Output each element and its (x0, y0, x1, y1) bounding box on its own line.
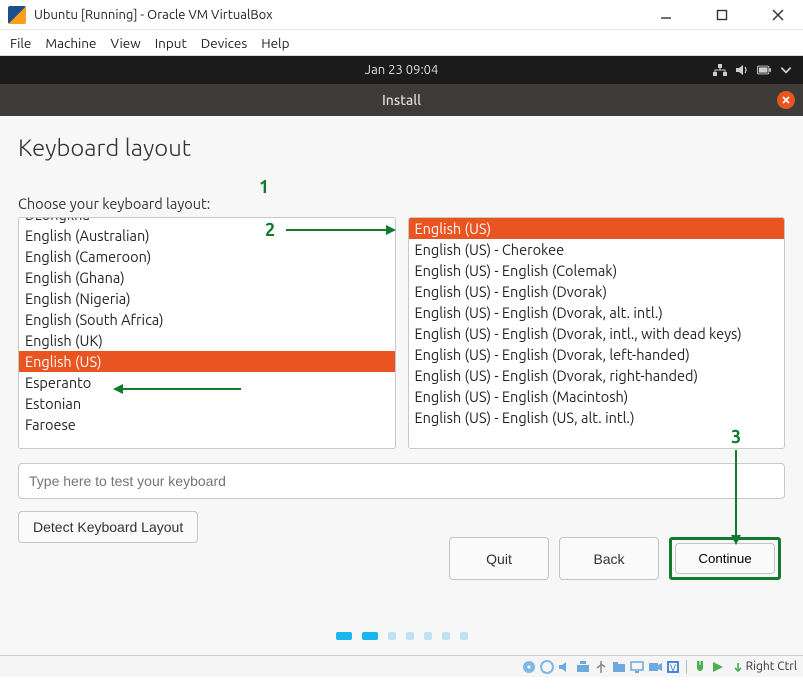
chevron-down-icon[interactable] (779, 63, 793, 77)
variant-listbox[interactable]: English (US)English (US) - CherokeeEngli… (408, 217, 786, 449)
list-item[interactable]: Esperanto (19, 372, 395, 393)
list-item[interactable]: English (US) - English (Macintosh) (409, 386, 785, 407)
volume-icon[interactable] (735, 63, 749, 77)
progress-dots (336, 632, 468, 640)
list-item[interactable]: English (US) - English (Dvorak, alt. int… (409, 302, 785, 323)
list-item[interactable]: English (US) (409, 218, 785, 239)
list-item[interactable]: English (Nigeria) (19, 288, 395, 309)
hdd-icon[interactable] (521, 659, 537, 675)
keyboard-capture-icon[interactable] (710, 659, 726, 675)
optical-icon[interactable] (539, 659, 555, 675)
list-item[interactable]: English (Cameroon) (19, 246, 395, 267)
continue-button[interactable]: Continue (675, 543, 775, 574)
subtitle: Choose your keyboard layout: (18, 195, 785, 212)
list-item[interactable]: English (US) - English (Dvorak, left-han… (409, 344, 785, 365)
virtualization-icon[interactable]: V (665, 659, 681, 675)
vb-window-title: Ubuntu [Running] - Oracle VM VirtualBox (34, 8, 273, 22)
dot (336, 632, 352, 640)
list-item[interactable]: English (South Africa) (19, 309, 395, 330)
display-icon[interactable] (629, 659, 645, 675)
list-item[interactable]: English (US) - English (Colemak) (409, 260, 785, 281)
list-item[interactable]: Dzongkha (19, 217, 395, 225)
svg-text:V: V (670, 663, 676, 673)
list-item[interactable]: Estonian (19, 393, 395, 414)
host-key-label: Right Ctrl (732, 660, 797, 673)
list-item[interactable]: English (US) - English (Dvorak) (409, 281, 785, 302)
vb-minimize-button[interactable] (649, 3, 683, 27)
network-icon[interactable] (713, 63, 727, 77)
menu-help[interactable]: Help (261, 35, 289, 51)
vb-status-bar: V Right Ctrl (0, 655, 803, 677)
menu-file[interactable]: File (10, 35, 31, 51)
menu-view[interactable]: View (110, 35, 140, 51)
list-item[interactable]: Faroese (19, 414, 395, 435)
detect-keyboard-button[interactable]: Detect Keyboard Layout (18, 511, 198, 543)
installer-close-button[interactable] (777, 91, 795, 109)
menu-machine[interactable]: Machine (45, 35, 96, 51)
installer-title: Install (382, 92, 421, 108)
list-item[interactable]: English (US) - English (US, alt. intl.) (409, 407, 785, 428)
recording-icon[interactable] (647, 659, 663, 675)
dot (362, 632, 378, 640)
list-item[interactable]: English (US) - English (Dvorak, intl., w… (409, 323, 785, 344)
annotation-1: 1 (259, 177, 269, 197)
menu-devices[interactable]: Devices (201, 35, 247, 51)
installer-body: Keyboard layout Choose your keyboard lay… (0, 116, 803, 655)
vb-titlebar: Ubuntu [Running] - Oracle VM VirtualBox (0, 0, 803, 30)
installer-title-bar: Install (0, 84, 803, 116)
keyboard-test-input[interactable] (18, 463, 785, 499)
battery-icon[interactable] (757, 63, 771, 77)
dot (460, 632, 468, 640)
list-item[interactable]: English (UK) (19, 330, 395, 351)
back-button[interactable]: Back (559, 537, 659, 580)
dot (442, 632, 450, 640)
virtualbox-icon (8, 6, 26, 24)
list-item[interactable]: English (US) - English (Dvorak, right-ha… (409, 365, 785, 386)
vb-maximize-button[interactable] (705, 3, 739, 27)
dot (424, 632, 432, 640)
list-item[interactable]: English (Australian) (19, 225, 395, 246)
menu-input[interactable]: Input (155, 35, 187, 51)
continue-button-highlight: Continue (669, 537, 781, 580)
dot (406, 632, 414, 640)
shared-folder-icon[interactable] (611, 659, 627, 675)
list-item[interactable]: English (US) - Cherokee (409, 239, 785, 260)
network-status-icon[interactable] (575, 659, 591, 675)
quit-button[interactable]: Quit (449, 537, 549, 580)
audio-icon[interactable] (557, 659, 573, 675)
vb-menubar: File Machine View Input Devices Help (0, 30, 803, 56)
mouse-integration-icon[interactable] (692, 659, 708, 675)
language-listbox[interactable]: DzongkhaEnglish (Australian)English (Cam… (18, 217, 396, 449)
page-title: Keyboard layout (18, 134, 785, 161)
list-item[interactable]: English (Ghana) (19, 267, 395, 288)
panel-datetime: Jan 23 09:04 (365, 63, 439, 77)
vb-close-button[interactable] (761, 3, 795, 27)
list-item[interactable]: English (US) (19, 351, 395, 372)
usb-icon[interactable] (593, 659, 609, 675)
ubuntu-top-panel: Jan 23 09:04 (0, 56, 803, 84)
arrow-down-icon (732, 661, 744, 673)
dot (388, 632, 396, 640)
